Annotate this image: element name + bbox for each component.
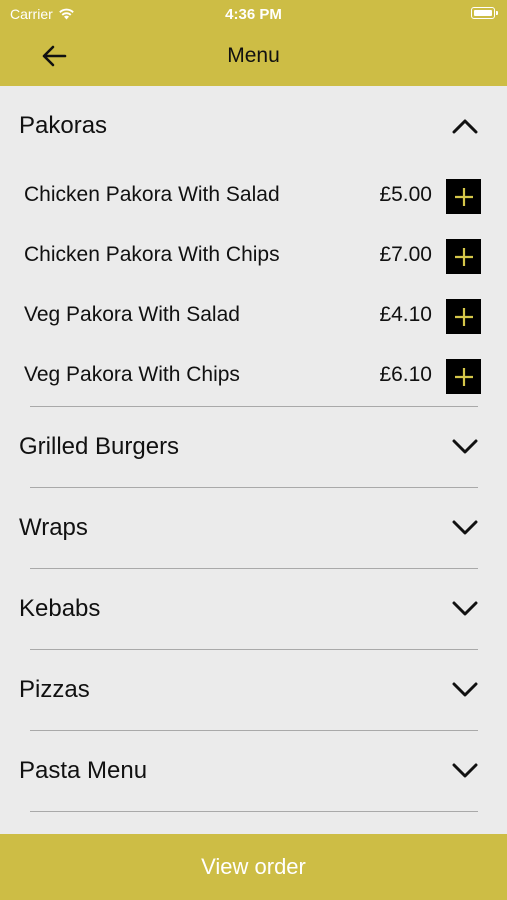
section-title: Pakoras: [19, 112, 108, 139]
battery-icon: [471, 7, 498, 19]
section-title: Kebabs: [19, 595, 101, 622]
status-bar: Carrier 4:36 PM: [0, 0, 507, 28]
page-title: Menu: [227, 44, 280, 67]
item-price: £6.10: [379, 363, 432, 386]
section-header-wraps[interactable]: Wraps: [0, 488, 507, 568]
section-title: Grilled Burgers: [19, 433, 180, 460]
section-header-pizzas[interactable]: Pizzas: [0, 650, 507, 730]
item-price: £7.00: [379, 243, 432, 266]
item-name: Veg Pakora With Salad: [24, 303, 240, 326]
menu-item: Veg Pakora With Salad £4.10: [0, 286, 507, 346]
section-divider: [30, 811, 478, 812]
section-title: Pizzas: [19, 676, 90, 703]
item-name: Chicken Pakora With Chips: [24, 243, 280, 266]
item-price: £4.10: [379, 303, 432, 326]
chevron-down-icon[interactable]: [451, 597, 479, 621]
section-header-grilled-burgers[interactable]: Grilled Burgers: [0, 407, 507, 487]
menu-list[interactable]: Pakoras Chicken Pakora With Salad £5.00 …: [0, 86, 507, 834]
add-item-button[interactable]: [446, 179, 481, 214]
item-price: £5.00: [379, 183, 432, 206]
menu-item: Veg Pakora With Chips £6.10: [0, 346, 507, 406]
status-time: 4:36 PM: [225, 6, 282, 23]
add-item-button[interactable]: [446, 359, 481, 394]
add-item-button[interactable]: [446, 299, 481, 334]
nav-bar: Menu: [0, 28, 507, 86]
pakoras-items: Chicken Pakora With Salad £5.00 Chicken …: [0, 166, 507, 406]
section-header-kebabs[interactable]: Kebabs: [0, 569, 507, 649]
plus-icon: [454, 187, 473, 206]
menu-item: Chicken Pakora With Chips £7.00: [0, 226, 507, 286]
section-title: Wraps: [19, 514, 88, 541]
section-title: Pasta Menu: [19, 757, 148, 784]
chevron-up-icon[interactable]: [451, 114, 479, 138]
plus-icon: [454, 367, 473, 386]
view-order-button[interactable]: View order: [0, 834, 507, 900]
item-name: Veg Pakora With Chips: [24, 363, 240, 386]
chevron-down-icon[interactable]: [451, 516, 479, 540]
menu-item: Chicken Pakora With Salad £5.00: [0, 166, 507, 226]
section-header-pakoras[interactable]: Pakoras: [0, 86, 507, 166]
item-name: Chicken Pakora With Salad: [24, 183, 280, 206]
top-bar: Carrier 4:36 PM Menu: [0, 0, 507, 86]
chevron-down-icon[interactable]: [451, 678, 479, 702]
plus-icon: [454, 307, 473, 326]
chevron-down-icon[interactable]: [451, 759, 479, 783]
add-item-button[interactable]: [446, 239, 481, 274]
section-header-pasta-menu[interactable]: Pasta Menu: [0, 731, 507, 811]
chevron-down-icon[interactable]: [451, 435, 479, 459]
plus-icon: [454, 247, 473, 266]
